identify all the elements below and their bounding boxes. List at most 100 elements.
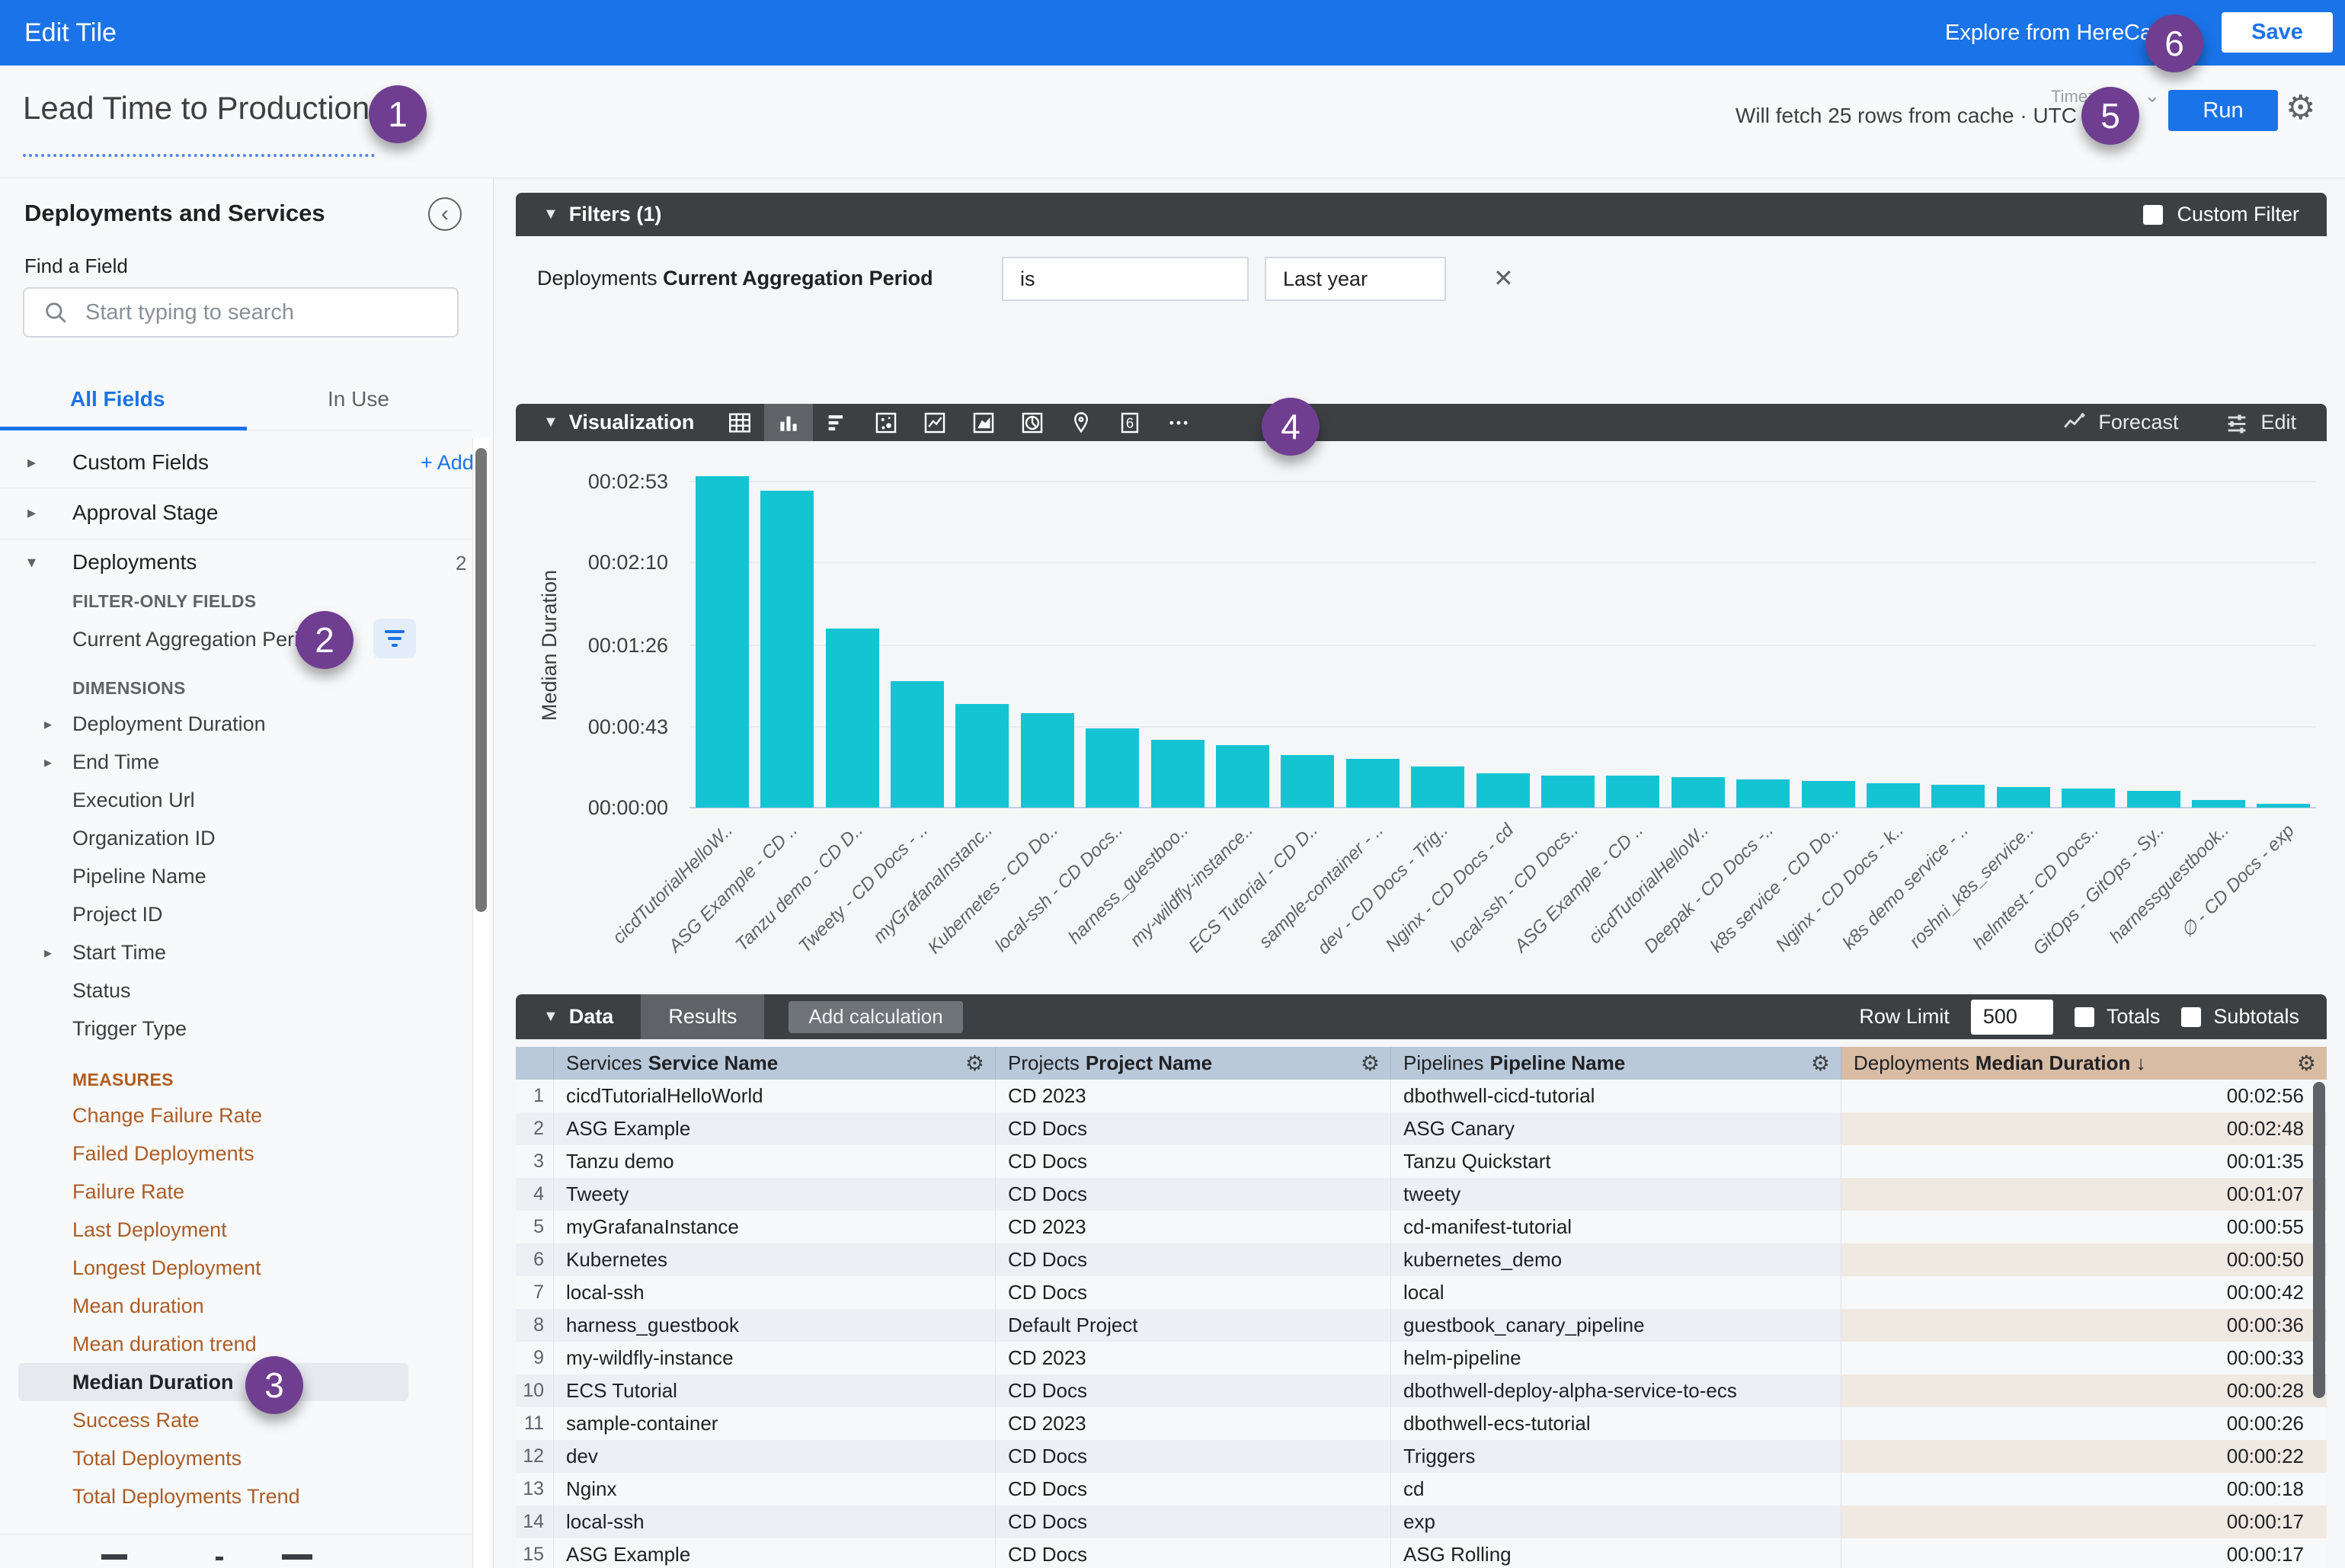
median-duration-cell[interactable]: 00:02:56 [1841, 1080, 2327, 1112]
row-limit-input[interactable] [1971, 1000, 2053, 1035]
chart-bar[interactable] [2192, 800, 2245, 808]
service-name-cell[interactable]: Tanzu demo [554, 1145, 996, 1178]
sidebar-item-measure[interactable]: Median Duration [18, 1363, 408, 1401]
service-name-cell[interactable]: ASG Example [554, 1112, 996, 1145]
service-name-cell[interactable]: my-wildfly-instance [554, 1342, 996, 1374]
column-gear-icon[interactable]: ⚙ [2297, 1051, 2316, 1076]
median-duration-cell[interactable]: 00:00:17 [1841, 1538, 2327, 1568]
pipeline-name-cell[interactable]: ASG Rolling [1391, 1538, 1841, 1568]
project-name-cell[interactable]: CD Docs [996, 1538, 1391, 1568]
bar-chart-icon[interactable] [813, 404, 862, 441]
project-name-cell[interactable]: CD Docs [996, 1440, 1391, 1473]
sidebar-item-dimension[interactable]: Status [0, 971, 472, 1010]
custom-filter-checkbox[interactable] [2143, 205, 2163, 225]
pipeline-name-cell[interactable]: dbothwell-cicd-tutorial [1391, 1080, 1841, 1112]
collapse-caret-icon[interactable]: ▼ [543, 206, 558, 223]
sidebar-group-approval-stage[interactable]: Approval Stage [72, 501, 218, 525]
single-value-icon[interactable]: 6 [1105, 404, 1154, 441]
collapse-caret-icon[interactable]: ▼ [543, 414, 558, 431]
edit-viz-button[interactable]: Edit [2224, 410, 2296, 436]
sidebar-item-measure[interactable]: Longest Deployment [0, 1249, 472, 1287]
service-name-cell[interactable]: local-ssh [554, 1276, 996, 1309]
median-duration-cell[interactable]: 00:00:36 [1841, 1309, 2327, 1342]
service-name-cell[interactable]: cicdTutorialHelloWorld [554, 1080, 996, 1112]
chart-bar[interactable] [1151, 740, 1204, 808]
expand-arrow-icon[interactable]: ▸ [27, 503, 36, 523]
project-name-cell[interactable]: CD Docs [996, 1506, 1391, 1538]
sidebar-group-deployments[interactable]: Deployments [72, 550, 197, 574]
collapse-sidebar-button[interactable]: ‹ [428, 197, 462, 231]
sidebar-item-dimension[interactable]: Execution Url [0, 781, 472, 819]
sidebar-item-measure[interactable]: Success Rate [0, 1401, 472, 1439]
add-custom-field-button[interactable]: + Add [421, 451, 474, 475]
search-input[interactable] [85, 300, 413, 325]
field-search-box[interactable] [23, 287, 459, 338]
chart-bar[interactable] [1216, 745, 1269, 808]
project-name-cell[interactable]: CD Docs [996, 1243, 1391, 1276]
chart-bar[interactable] [1541, 776, 1595, 808]
service-name-cell[interactable]: harness_guestbook [554, 1309, 996, 1342]
chart-bar[interactable] [1736, 779, 1790, 808]
chart-bar[interactable] [1086, 728, 1139, 808]
chart-bar[interactable] [1606, 776, 1659, 808]
column-chart-icon[interactable] [764, 404, 813, 441]
sidebar-scrollbar-thumb[interactable] [475, 448, 487, 912]
sidebar-item-measure[interactable]: Mean duration trend [0, 1325, 472, 1363]
chart-bar[interactable] [955, 704, 1009, 808]
expand-arrow-icon[interactable]: ▸ [44, 753, 52, 772]
sidebar-item-dimension[interactable]: ▸Deployment Duration [0, 705, 472, 743]
service-name-cell[interactable]: Tweety [554, 1178, 996, 1211]
sidebar-item-dimension[interactable]: ▸Start Time [0, 933, 472, 971]
pipeline-name-cell[interactable]: Triggers [1391, 1440, 1841, 1473]
median-duration-cell[interactable]: 00:00:50 [1841, 1243, 2327, 1276]
chart-bar[interactable] [826, 629, 879, 808]
column-gear-icon[interactable]: ⚙ [965, 1051, 984, 1076]
project-name-cell[interactable]: CD Docs [996, 1473, 1391, 1506]
scatter-plot-icon[interactable] [862, 404, 910, 441]
pipeline-name-cell[interactable]: dbothwell-deploy-alpha-service-to-ecs [1391, 1374, 1841, 1407]
median-duration-cell[interactable]: 00:00:42 [1841, 1276, 2327, 1309]
service-name-cell[interactable]: Kubernetes [554, 1243, 996, 1276]
table-column-header[interactable]: PipelinesPipeline Name⚙ [1391, 1047, 1841, 1080]
sidebar-item-dimension[interactable]: Project ID [0, 895, 472, 933]
map-pin-icon[interactable] [1057, 404, 1105, 441]
chart-bar[interactable] [1476, 773, 1530, 808]
tile-title-input[interactable]: Lead Time to Production [23, 90, 370, 126]
project-name-cell[interactable]: CD Docs [996, 1276, 1391, 1309]
service-name-cell[interactable]: local-ssh [554, 1506, 996, 1538]
table-column-header[interactable]: ServicesService Name⚙ [554, 1047, 996, 1080]
chart-bar[interactable] [1997, 787, 2050, 808]
pipeline-name-cell[interactable]: dbothwell-ecs-tutorial [1391, 1407, 1841, 1440]
add-calculation-button[interactable]: Add calculation [789, 1001, 962, 1033]
median-duration-cell[interactable]: 00:00:18 [1841, 1473, 2327, 1506]
sidebar-item-dimension[interactable]: Organization ID [0, 819, 472, 857]
column-gear-icon[interactable]: ⚙ [1811, 1051, 1830, 1076]
sidebar-group-custom-fields[interactable]: Custom Fields [72, 450, 209, 475]
median-duration-cell[interactable]: 00:00:55 [1841, 1211, 2327, 1243]
pipeline-name-cell[interactable]: cd-manifest-tutorial [1391, 1211, 1841, 1243]
project-name-cell[interactable]: CD Docs [996, 1178, 1391, 1211]
visualization-section-bar[interactable]: ▼ Visualization 6 Forecast Edit [516, 404, 2327, 441]
project-name-cell[interactable]: CD Docs [996, 1374, 1391, 1407]
chart-bar[interactable] [891, 681, 944, 808]
chart-bar[interactable] [2062, 789, 2115, 808]
subtotals-checkbox[interactable] [2181, 1007, 2201, 1027]
sidebar-item-measure[interactable]: Failed Deployments [0, 1134, 472, 1173]
filter-value-select[interactable]: Last year [1265, 257, 1446, 301]
pipeline-name-cell[interactable]: local [1391, 1276, 1841, 1309]
chart-bar[interactable] [2257, 804, 2310, 808]
pipeline-name-cell[interactable]: kubernetes_demo [1391, 1243, 1841, 1276]
save-button[interactable]: Save [2222, 12, 2333, 53]
chart-bar[interactable] [1021, 713, 1074, 808]
project-name-cell[interactable]: CD Docs [996, 1145, 1391, 1178]
area-chart-icon[interactable] [959, 404, 1008, 441]
median-duration-cell[interactable]: 00:00:17 [1841, 1506, 2327, 1538]
run-button[interactable]: Run [2168, 90, 2278, 131]
pipeline-name-cell[interactable]: guestbook_canary_pipeline [1391, 1309, 1841, 1342]
service-name-cell[interactable]: ECS Tutorial [554, 1374, 996, 1407]
project-name-cell[interactable]: CD 2023 [996, 1080, 1391, 1112]
sidebar-item-dimension[interactable]: Pipeline Name [0, 857, 472, 895]
service-name-cell[interactable]: dev [554, 1440, 996, 1473]
settings-gear-icon[interactable]: ⚙ [2286, 88, 2315, 127]
service-name-cell[interactable]: Nginx [554, 1473, 996, 1506]
